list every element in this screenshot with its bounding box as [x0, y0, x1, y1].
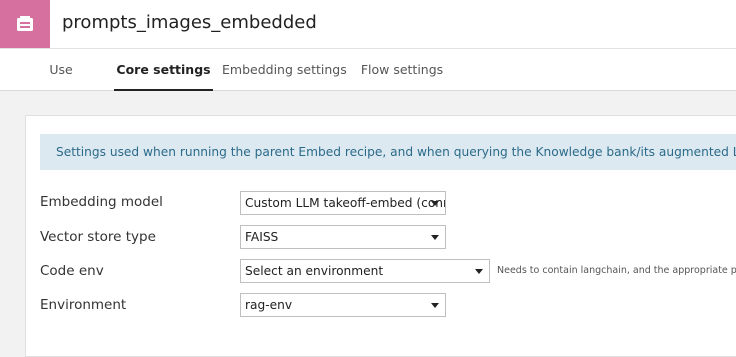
code-env-help-text: Needs to contain langchain, and the appr… — [497, 265, 736, 276]
chevron-down-icon — [431, 235, 439, 240]
embedding-model-value: Custom LLM takeoff-embed (conn — [245, 196, 446, 210]
tab-embedding-settings[interactable]: Embedding settings — [222, 49, 347, 90]
tab-use[interactable]: Use — [40, 49, 82, 90]
knowledge-bank-icon — [0, 0, 50, 48]
tab-core-settings[interactable]: Core settings — [114, 49, 213, 91]
chevron-down-icon — [431, 201, 439, 206]
code-env-value: Select an environment — [245, 264, 384, 278]
chevron-down-icon — [431, 303, 439, 308]
environment-label: Environment — [40, 297, 127, 313]
environment-select[interactable]: rag-env — [240, 293, 446, 317]
info-banner: Settings used when running the parent Em… — [40, 134, 736, 170]
embedding-model-select[interactable]: Custom LLM takeoff-embed (conn — [240, 191, 446, 215]
vector-store-type-value: FAISS — [245, 230, 279, 244]
page-title: prompts_images_embedded — [62, 12, 317, 33]
chevron-down-icon — [475, 269, 483, 274]
code-env-select[interactable]: Select an environment — [240, 259, 490, 283]
vector-store-type-select[interactable]: FAISS — [240, 225, 446, 249]
vector-store-type-label: Vector store type — [40, 229, 156, 245]
tab-flow-settings[interactable]: Flow settings — [358, 49, 446, 90]
tab-bar: Use Core settings Embedding settings Flo… — [0, 49, 736, 91]
environment-value: rag-env — [245, 298, 293, 312]
embedding-model-label: Embedding model — [40, 194, 163, 210]
code-env-label: Code env — [40, 263, 104, 279]
header-bar: prompts_images_embedded — [0, 0, 736, 49]
